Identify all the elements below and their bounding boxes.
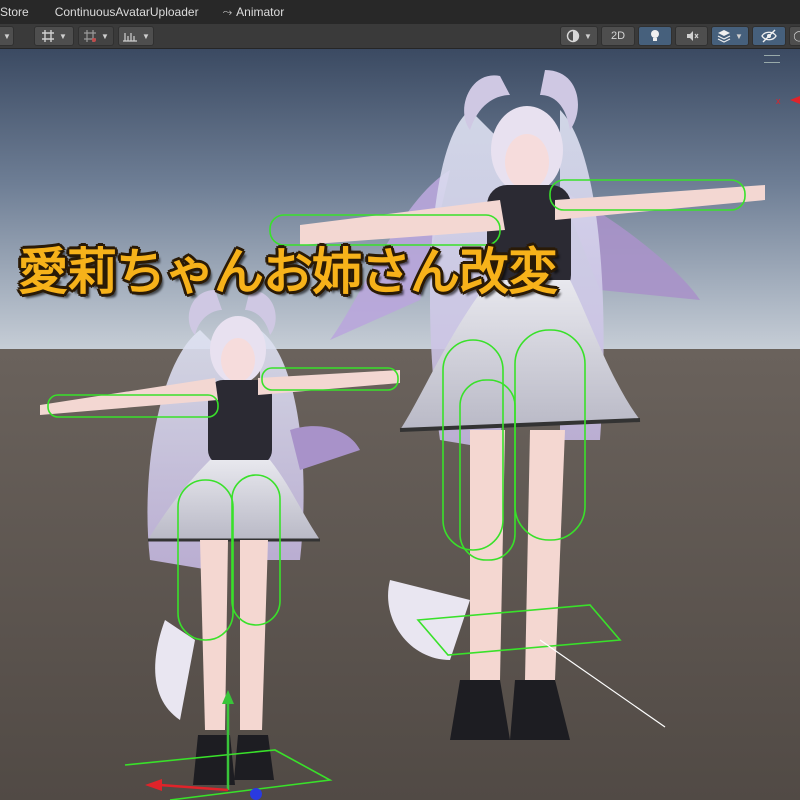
snap-tool-button[interactable]: ▼ <box>78 26 114 46</box>
chevron-down-icon: ▼ <box>101 31 109 41</box>
z-axis-handle[interactable] <box>250 788 262 800</box>
effects-dropdown-button[interactable]: ▼ <box>711 26 749 46</box>
svg-text:x: x <box>776 96 781 106</box>
increment-snap-button[interactable]: ▼ <box>118 26 154 46</box>
tab-continuous-avatar-uploader[interactable]: ContinuousAvatarUploader <box>55 0 209 24</box>
light-bulb-icon <box>651 30 659 41</box>
tab-continuous-avatar-uploader-label: ContinuousAvatarUploader <box>54 5 199 19</box>
chevron-down-icon: ▼ <box>584 31 592 41</box>
ruler-icon <box>123 33 138 42</box>
grid-snap-icon <box>84 30 97 42</box>
lighting-toggle-button[interactable] <box>638 26 672 46</box>
toolbar-dropdown-left[interactable]: ▼ <box>0 26 14 46</box>
scene-toolbar: ▼ ▼ ▼ ▼ ▼ 2D ▼ ◯ <box>0 24 800 49</box>
scene-visibility-toggle[interactable] <box>752 26 786 46</box>
move-tool-button[interactable]: ▼ <box>34 26 74 46</box>
toggle-2d-label: 2D <box>610 30 626 42</box>
circle-icon: ◯ <box>793 30 800 42</box>
scene-viewport[interactable]: x <box>0 49 800 800</box>
eye-hidden-icon <box>761 29 777 43</box>
speaker-muted-icon <box>686 31 698 41</box>
toggle-2d-button[interactable]: 2D <box>601 26 635 46</box>
draw-mode-dropdown[interactable]: ▼ <box>560 26 598 46</box>
layers-icon <box>717 30 731 43</box>
tab-animator[interactable]: ⤳ Animator <box>223 0 295 24</box>
tab-store[interactable]: Store <box>0 0 39 24</box>
grid-move-icon <box>42 30 55 42</box>
chevron-down-icon: ▼ <box>142 31 150 41</box>
editor-tab-bar: Store ContinuousAvatarUploader ⤳ Animato… <box>0 0 800 25</box>
overlay-title: 愛莉ちゃんお姉さん改変 <box>18 243 558 301</box>
chevron-down-icon: ▼ <box>59 31 67 41</box>
scene-view[interactable]: x 愛莉ちゃんお姉さん改変 <box>0 49 800 800</box>
tab-store-label: Store <box>0 5 29 19</box>
chevron-down-icon: ▼ <box>735 31 743 41</box>
animator-icon: ⤳ <box>222 4 233 19</box>
shaded-sphere-icon <box>566 29 580 43</box>
tab-animator-label: Animator <box>236 5 285 19</box>
scene-gizmo-menu-icon[interactable] <box>764 55 780 63</box>
toolbar-overflow-button[interactable]: ◯ <box>789 26 800 46</box>
audio-toggle-button[interactable] <box>675 26 708 46</box>
chevron-down-icon: ▼ <box>3 31 11 41</box>
